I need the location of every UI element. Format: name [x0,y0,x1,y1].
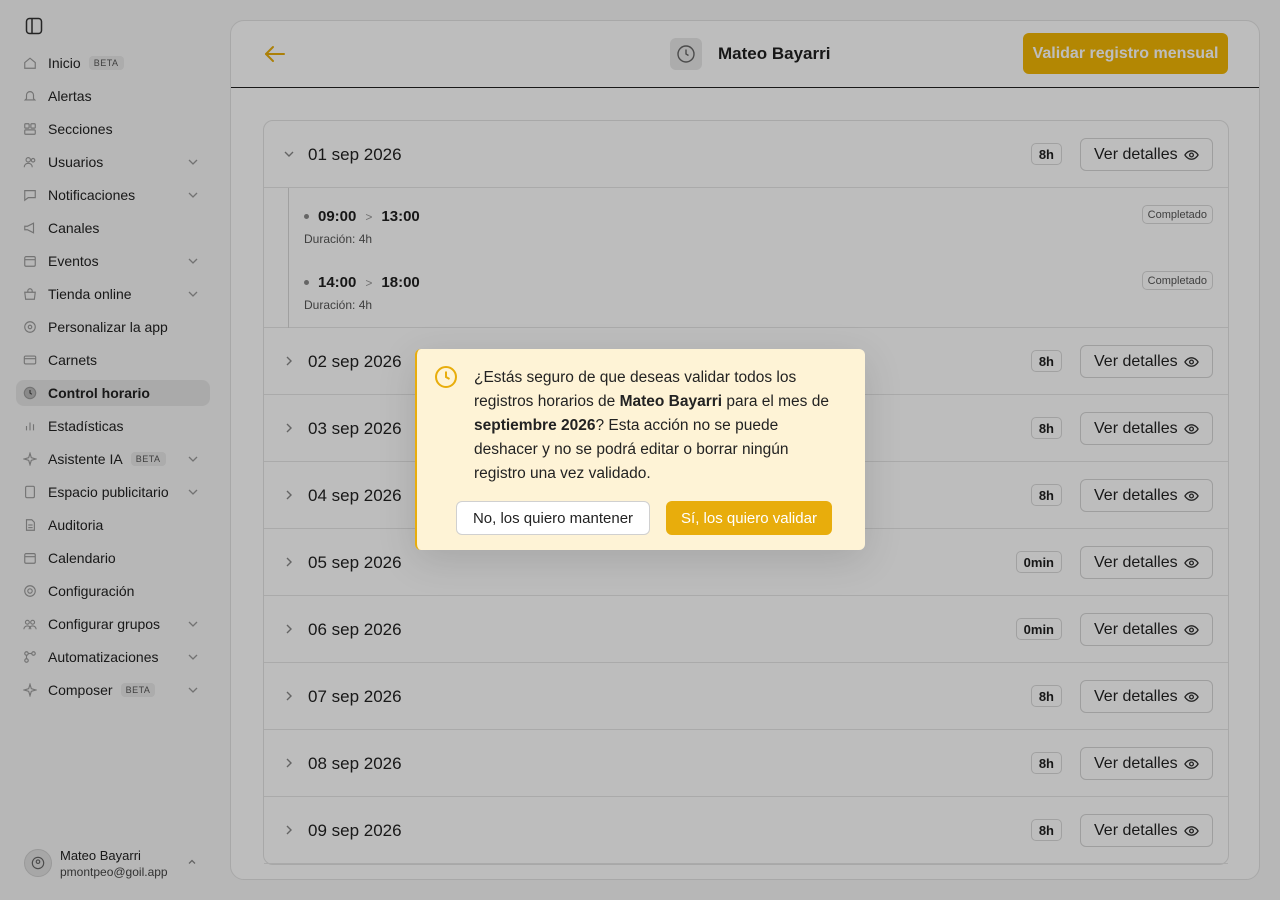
cancel-button[interactable]: No, los quiero mantener [456,501,650,535]
confirm-dialog: ¿Estás seguro de que deseas validar todo… [415,349,865,550]
clock-icon [434,365,458,389]
dialog-message: ¿Estás seguro de que deseas validar todo… [474,369,829,482]
confirm-button[interactable]: Sí, los quiero validar [666,501,832,535]
